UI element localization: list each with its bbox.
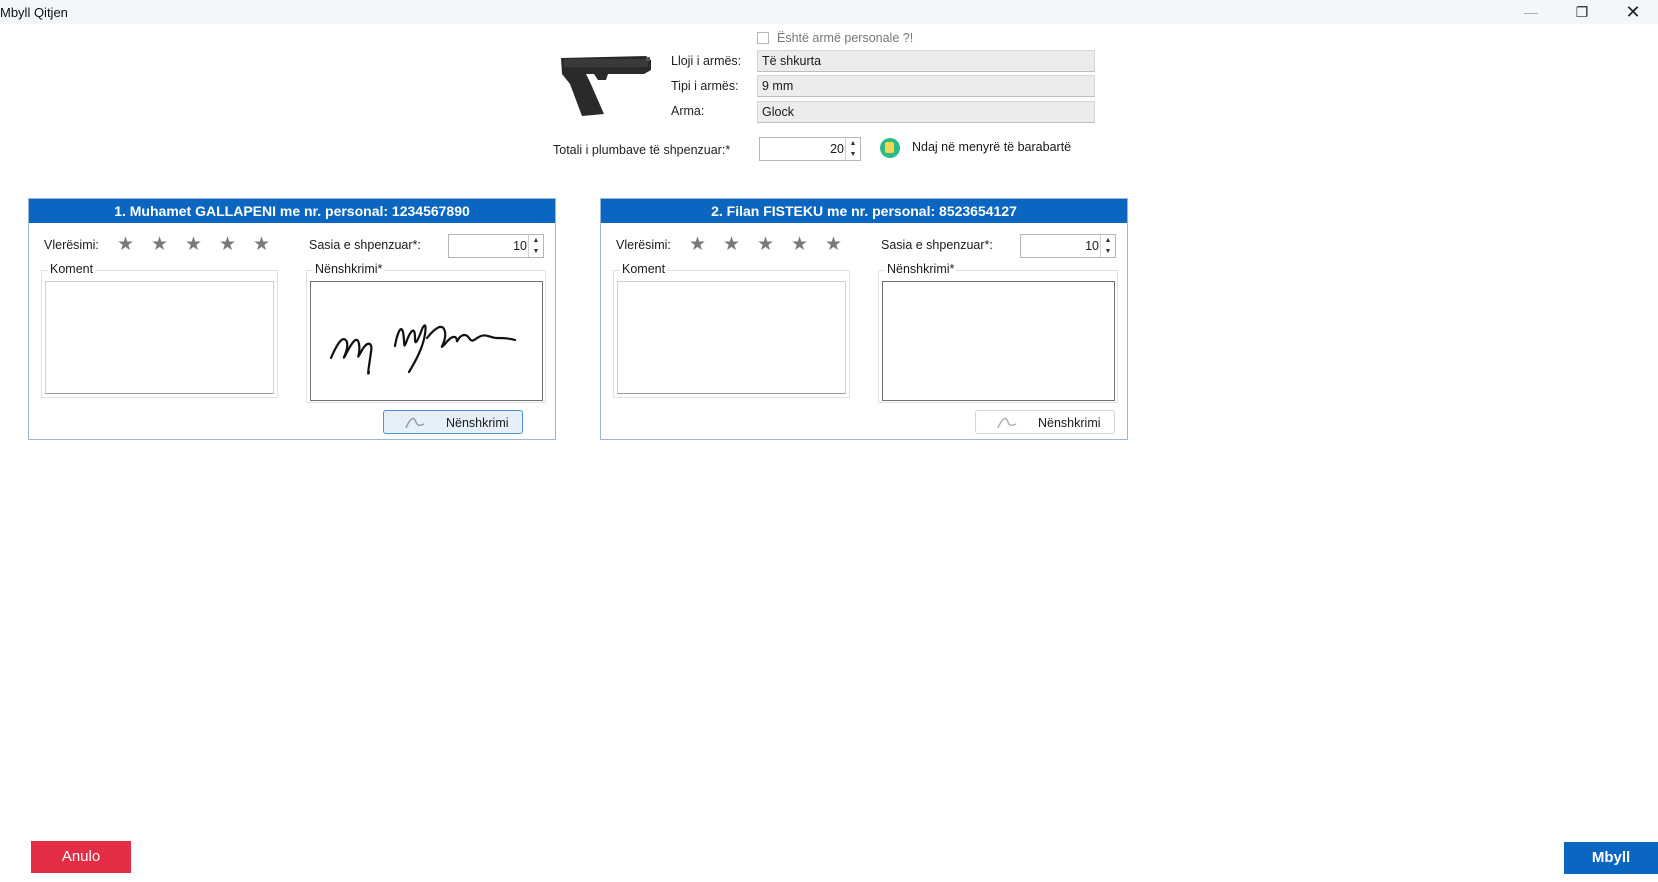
close-button[interactable]: Mbyll <box>1564 842 1658 874</box>
stepper-arrows-icon[interactable]: ▲ ▼ <box>528 235 543 257</box>
maximize-icon[interactable]: ❐ <box>1562 2 1602 22</box>
comment-input[interactable] <box>617 281 846 394</box>
quantity-value: 10 <box>513 239 527 253</box>
signature-pen-icon <box>997 417 1017 429</box>
star-icon[interactable]: ★ <box>689 235 723 255</box>
participant-header: 2. Filan FISTEKU me nr. personal: 852365… <box>601 199 1127 223</box>
weapon-caliber-label: Tipi i armës: <box>671 79 739 93</box>
weapon-type-field: Të shkurta <box>757 50 1095 72</box>
quantity-value: 10 <box>1085 239 1099 253</box>
sign-button[interactable]: Nënshkrimi <box>383 410 523 434</box>
star-icon[interactable]: ★ <box>185 235 219 255</box>
star-icon[interactable]: ★ <box>791 235 825 255</box>
distribute-edit-icon[interactable] <box>880 138 900 158</box>
signature-pad[interactable] <box>882 281 1115 401</box>
star-icon[interactable]: ★ <box>151 235 185 255</box>
star-icon[interactable]: ★ <box>219 235 253 255</box>
star-icon[interactable]: ★ <box>117 235 151 255</box>
signature-label: Nënshkrimi* <box>885 262 957 276</box>
rating-label: Vlerësimi: <box>616 238 671 252</box>
quantity-label: Sasia e shpenzuar*: <box>309 238 421 252</box>
weapon-label: Arma: <box>671 104 705 118</box>
signature-group: Nënshkrimi* <box>306 262 546 403</box>
sign-button-label: Nënshkrimi <box>446 416 509 430</box>
minimize-icon[interactable]: — <box>1511 2 1551 22</box>
comment-group: Koment <box>41 262 278 398</box>
window-title: Mbyll Qitjen <box>0 5 68 20</box>
personal-weapon-label: Është armë personale ?! <box>777 31 914 45</box>
participant-panel-1: 1. Muhamet GALLAPENI me nr. personal: 12… <box>28 198 556 440</box>
cancel-button[interactable]: Anulo <box>31 841 131 873</box>
participant-header: 1. Muhamet GALLAPENI me nr. personal: 12… <box>29 199 555 223</box>
total-bullets-stepper[interactable]: 20 ▲ ▼ <box>759 137 861 161</box>
handwritten-signature <box>329 324 517 375</box>
distribute-equally-link[interactable]: Ndaj në menyrë të barabartë <box>912 140 1071 154</box>
weapon-type-label: Lloji i armës: <box>671 54 742 68</box>
comment-label: Koment <box>48 262 96 276</box>
comment-group: Koment <box>613 262 850 398</box>
signature-pen-icon <box>405 417 425 429</box>
rating-stars[interactable]: ★ ★ ★ ★ ★ <box>689 235 859 255</box>
title-bar: Mbyll Qitjen — ❐ ✕ <box>0 0 1658 24</box>
weapon-field: Glock <box>757 101 1095 123</box>
rating-stars[interactable]: ★ ★ ★ ★ ★ <box>117 235 287 255</box>
sign-button-label: Nënshkrimi <box>1038 416 1101 430</box>
total-bullets-label: Totali i plumbave të shpenzuar:* <box>553 143 731 157</box>
pistol-image <box>561 56 651 116</box>
comment-label: Koment <box>620 262 668 276</box>
weapon-caliber-field: 9 mm <box>757 75 1095 97</box>
sign-button[interactable]: Nënshkrimi <box>975 410 1115 434</box>
personal-weapon-checkbox[interactable] <box>757 32 769 44</box>
total-bullets-value: 20 <box>830 142 844 156</box>
comment-input[interactable] <box>45 281 274 394</box>
star-icon[interactable]: ★ <box>723 235 757 255</box>
stepper-arrows-icon[interactable]: ▲ ▼ <box>1100 235 1115 257</box>
star-icon[interactable]: ★ <box>253 235 287 255</box>
signature-pad[interactable] <box>310 281 543 401</box>
signature-label: Nënshkrimi* <box>313 262 385 276</box>
stepper-arrows-icon[interactable]: ▲ ▼ <box>845 138 860 160</box>
close-icon[interactable]: ✕ <box>1613 2 1653 22</box>
signature-group: Nënshkrimi* <box>878 262 1118 403</box>
quantity-stepper[interactable]: 10 ▲ ▼ <box>448 234 544 258</box>
quantity-label: Sasia e shpenzuar*: <box>881 238 993 252</box>
participant-panel-2: 2. Filan FISTEKU me nr. personal: 852365… <box>600 198 1128 440</box>
quantity-stepper[interactable]: 10 ▲ ▼ <box>1020 234 1116 258</box>
star-icon[interactable]: ★ <box>825 235 859 255</box>
star-icon[interactable]: ★ <box>757 235 791 255</box>
rating-label: Vlerësimi: <box>44 238 99 252</box>
